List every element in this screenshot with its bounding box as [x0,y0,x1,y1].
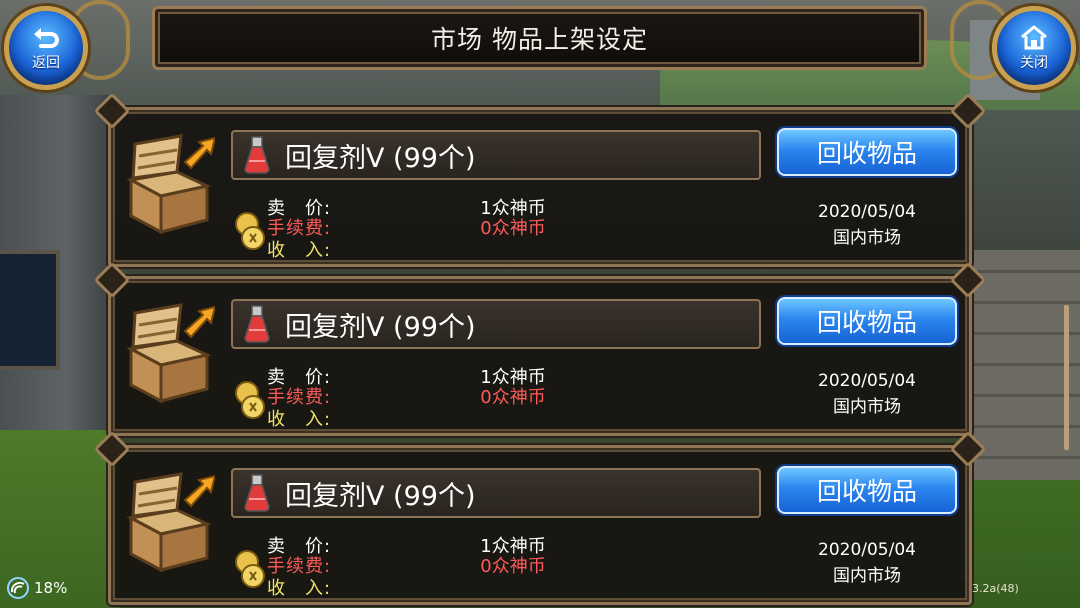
listing-card: 回复剂Ⅴ (99个) 回收物品 卖 价: 手续费: 收 入: 1众神币 0众神币… [108,107,972,267]
battery-percent: 18% [34,579,68,597]
back-button[interactable]: 返回 [4,6,88,90]
signal-icon [7,577,29,599]
page-title: 市场 物品上架设定 [431,25,648,54]
listing-date: 2020/05/04 [818,202,916,222]
potion-icon [244,136,270,174]
income-label: 收 入: [267,240,332,261]
back-button-label: 返回 [32,55,60,71]
retrieve-item-button[interactable]: 回收物品 [777,466,957,514]
title-bar: 市场 物品上架设定 [152,6,927,70]
item-name: 回复剂Ⅴ (99个) [285,480,476,512]
item-name-box: 回复剂Ⅴ (99个) [231,299,761,349]
listing-market: 国内市场 [833,397,901,417]
fee-value: 0众神币 [480,556,546,577]
coins-icon [235,381,265,419]
close-button-label: 关闭 [1020,55,1048,71]
listing-date: 2020/05/04 [818,540,916,560]
back-arrow-icon [34,28,59,48]
income-label: 收 入: [267,578,332,599]
listing-card: 回复剂Ⅴ (99个) 回收物品 卖 价: 手续费: 收 入: 1众神币 0众神币… [108,445,972,605]
close-button[interactable]: 关闭 [992,6,1076,90]
item-name-box: 回复剂Ⅴ (99个) [231,130,761,180]
treasure-chest-icon [126,303,215,404]
list-scrollbar[interactable] [1064,305,1069,450]
potion-icon [244,474,270,512]
version-label: 3.2a(48) [972,582,1019,595]
listing-card: 回复剂Ⅴ (99个) 回收物品 卖 价: 手续费: 收 入: 1众神币 0众神币… [108,276,972,436]
potion-icon [244,305,270,343]
listing-date: 2020/05/04 [818,371,916,391]
treasure-chest-icon [126,134,215,235]
retrieve-item-button[interactable]: 回收物品 [777,128,957,176]
coins-icon [235,550,265,588]
item-name-box: 回复剂Ⅴ (99个) [231,468,761,518]
fee-value: 0众神币 [480,387,546,408]
home-icon [1021,25,1047,50]
income-label: 收 入: [267,409,332,430]
listing-market: 国内市场 [833,228,901,248]
treasure-chest-icon [126,472,215,573]
status-indicator: 18% [6,576,67,600]
fee-value: 0众神币 [480,218,546,239]
retrieve-item-button[interactable]: 回收物品 [777,297,957,345]
item-name: 回复剂Ⅴ (99个) [285,142,476,174]
listing-market: 国内市场 [833,566,901,586]
listing-list[interactable]: 回复剂Ⅴ (99个) 回收物品 卖 价: 手续费: 收 入: 1众神币 0众神币… [0,95,1080,608]
coins-icon [235,212,265,250]
item-name: 回复剂Ⅴ (99个) [285,311,476,343]
